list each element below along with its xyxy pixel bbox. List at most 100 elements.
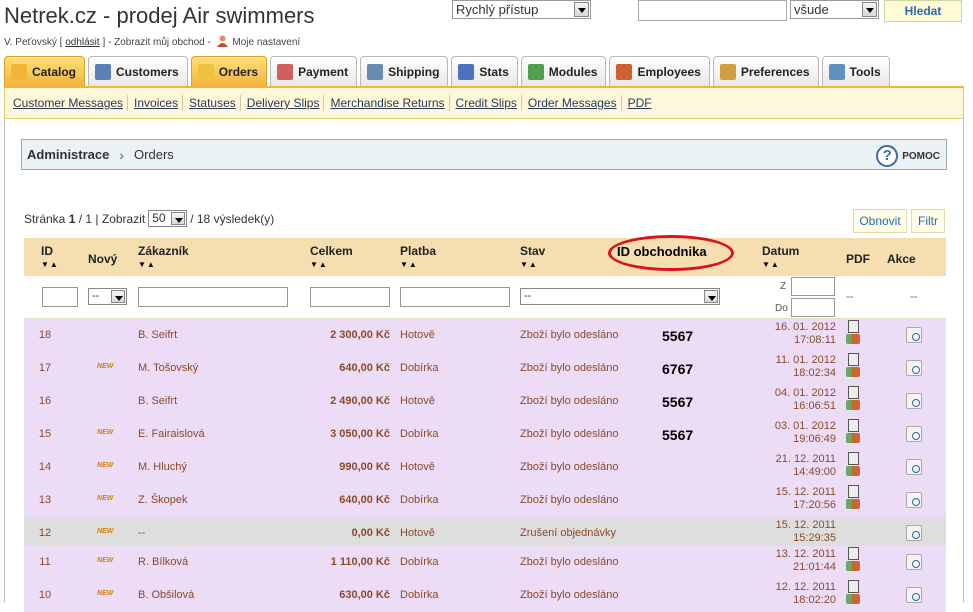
invoice-icon[interactable]	[848, 485, 859, 498]
subnav-item-customer-messages[interactable]: Customer Messages	[9, 95, 129, 111]
delivery-slip-icon[interactable]	[846, 499, 860, 509]
search-button[interactable]: Hledat	[884, 0, 962, 22]
tab-stats[interactable]: Stats	[451, 56, 518, 86]
logout-link[interactable]: odhlásit	[65, 37, 99, 48]
tab-tools[interactable]: Tools	[821, 56, 890, 86]
col-customer-label: Zákazník	[138, 244, 189, 258]
sort-icon[interactable]: ▼▲	[400, 260, 436, 269]
filter-payment-input[interactable]	[400, 287, 510, 307]
new-badge: NEW	[97, 462, 114, 469]
tab-label: Catalog	[32, 64, 77, 79]
employees-icon	[616, 63, 633, 80]
view-details-icon[interactable]	[906, 360, 922, 376]
tab-customers[interactable]: Customers	[88, 56, 188, 86]
col-customer: Zákazník ▼▲	[138, 244, 189, 269]
delivery-slip-icon[interactable]	[846, 594, 860, 604]
customer-name: B. Seifrt	[138, 395, 178, 407]
tab-catalog[interactable]: Catalog	[4, 56, 86, 86]
sort-icon[interactable]: ▼▲	[138, 260, 189, 269]
delivery-slip-icon[interactable]	[846, 466, 860, 476]
table-row[interactable]: 12 NEW -- 0,00 Kč Hotově Zrušení objednávky 15…	[24, 517, 946, 546]
table-row[interactable]: 13 NEW Z. Škopek 640,00 Kč Dobírka Zboží bylo…	[24, 484, 946, 517]
filter-customer-input[interactable]	[138, 287, 288, 307]
search-input[interactable]	[638, 0, 787, 21]
invoice-icon[interactable]	[848, 452, 859, 465]
customer-name: M. Hluchý	[138, 461, 187, 473]
filter-new-select[interactable]: --	[88, 288, 127, 305]
order-state: Zrušení objednávky	[520, 527, 616, 539]
help-button[interactable]: ? POMOC	[876, 145, 940, 167]
filter-state-select[interactable]: --	[520, 288, 720, 305]
table-row[interactable]: 18 B. Seifrt 2 300,00 Kč Hotově Zboží bylo o…	[24, 319, 946, 352]
filter-button[interactable]: Filtr	[911, 209, 945, 233]
filter-total-input[interactable]	[310, 287, 390, 307]
view-details-icon[interactable]	[906, 393, 922, 409]
view-details-icon[interactable]	[906, 327, 922, 343]
sort-icon[interactable]: ▼▲	[310, 260, 353, 269]
view-details-icon[interactable]	[906, 492, 922, 508]
table-body: 18 B. Seifrt 2 300,00 Kč Hotově Zboží bylo o…	[24, 319, 946, 612]
delivery-slip-icon[interactable]	[846, 367, 860, 377]
date-to-label: Do	[775, 303, 788, 314]
tab-payment[interactable]: Payment	[270, 56, 358, 86]
table-row[interactable]: 17 NEW M. Tošovský 640,00 Kč Dobírka Zboží by…	[24, 352, 946, 385]
order-date-day: 04. 01. 2012	[774, 387, 836, 399]
view-details-icon[interactable]	[906, 426, 922, 442]
tab-shipping[interactable]: Shipping	[360, 56, 449, 86]
site-title: Netrek.cz - prodej Air swimmers	[4, 3, 315, 28]
invoice-icon[interactable]	[848, 353, 859, 366]
tab-orders[interactable]: Orders	[190, 56, 268, 86]
subnav-item-statuses[interactable]: Statuses	[185, 95, 241, 111]
subnav-item-delivery-slips[interactable]: Delivery Slips	[243, 95, 325, 111]
date-from-input[interactable]	[791, 277, 835, 296]
per-page-select[interactable]: 50	[148, 210, 188, 227]
table-row[interactable]: 16 B. Seifrt 2 490,00 Kč Hotově Zboží bylo o…	[24, 385, 946, 418]
table-row[interactable]: 11 NEW R. Bílková 1 110,00 Kč Dobírka Zboží b…	[24, 546, 946, 579]
sort-icon[interactable]: ▼▲	[41, 260, 59, 269]
view-details-icon[interactable]	[906, 587, 922, 603]
search-scope-select[interactable]: všude	[790, 0, 879, 19]
subnav-item-invoices[interactable]: Invoices	[130, 95, 184, 111]
invoice-icon[interactable]	[848, 419, 859, 432]
filter-id-input[interactable]	[42, 287, 78, 307]
customer-name: B. Obšilová	[138, 589, 195, 601]
tab-employees[interactable]: Employees	[609, 56, 710, 86]
new-badge: NEW	[97, 590, 114, 597]
settings-link[interactable]: Moje nastavení	[232, 37, 300, 48]
payment-method: Dobírka	[400, 494, 439, 506]
tab-label: Modules	[548, 64, 598, 79]
order-id: 15	[38, 428, 52, 440]
invoice-icon[interactable]	[848, 580, 859, 593]
order-date-time: 17:20:56	[793, 499, 836, 511]
order-total: 2 300,00 Kč	[330, 329, 390, 341]
table-row[interactable]: 15 NEW E. Fairaislová 3 050,00 Kč Dobírka Zbo…	[24, 418, 946, 451]
invoice-icon[interactable]	[848, 386, 859, 399]
quick-access-select[interactable]: Rychlý přístup	[452, 0, 591, 19]
tools-icon	[828, 63, 845, 80]
subnav-item-credit-slips[interactable]: Credit Slips	[452, 95, 522, 111]
subnav-item-pdf[interactable]: PDF	[624, 95, 656, 111]
subnav-item-order-messages[interactable]: Order Messages	[524, 95, 622, 111]
delivery-slip-icon[interactable]	[846, 400, 860, 410]
subnav-item-merchandise-returns[interactable]: Merchandise Returns	[326, 95, 450, 111]
new-badge: NEW	[97, 528, 114, 535]
sort-icon[interactable]: ▼▲	[762, 260, 799, 269]
tab-modules[interactable]: Modules	[520, 56, 607, 86]
table-row[interactable]: 14 NEW M. Hluchý 990,00 Kč Hotově Zboží bylo …	[24, 451, 946, 484]
tab-preferences[interactable]: Preferences	[712, 56, 819, 86]
order-date-day: 21. 12. 2011	[775, 453, 836, 465]
col-date: Datum ▼▲	[762, 244, 799, 269]
view-details-icon[interactable]	[906, 525, 922, 541]
view-details-icon[interactable]	[906, 554, 922, 570]
view-details-icon[interactable]	[906, 459, 922, 475]
sort-icon[interactable]: ▼▲	[520, 260, 545, 269]
delivery-slip-icon[interactable]	[846, 433, 860, 443]
delivery-slip-icon[interactable]	[846, 561, 860, 571]
invoice-icon[interactable]	[848, 320, 859, 333]
date-to-input[interactable]	[791, 298, 835, 317]
invoice-icon[interactable]	[848, 547, 859, 560]
delivery-slip-icon[interactable]	[846, 334, 860, 344]
table-row[interactable]: 10 NEW B. Obšilová 630,00 Kč Dobírka Zboží by…	[24, 579, 946, 612]
breadcrumb-root[interactable]: Administrace	[27, 147, 109, 162]
refresh-button[interactable]: Obnovit	[853, 209, 907, 233]
